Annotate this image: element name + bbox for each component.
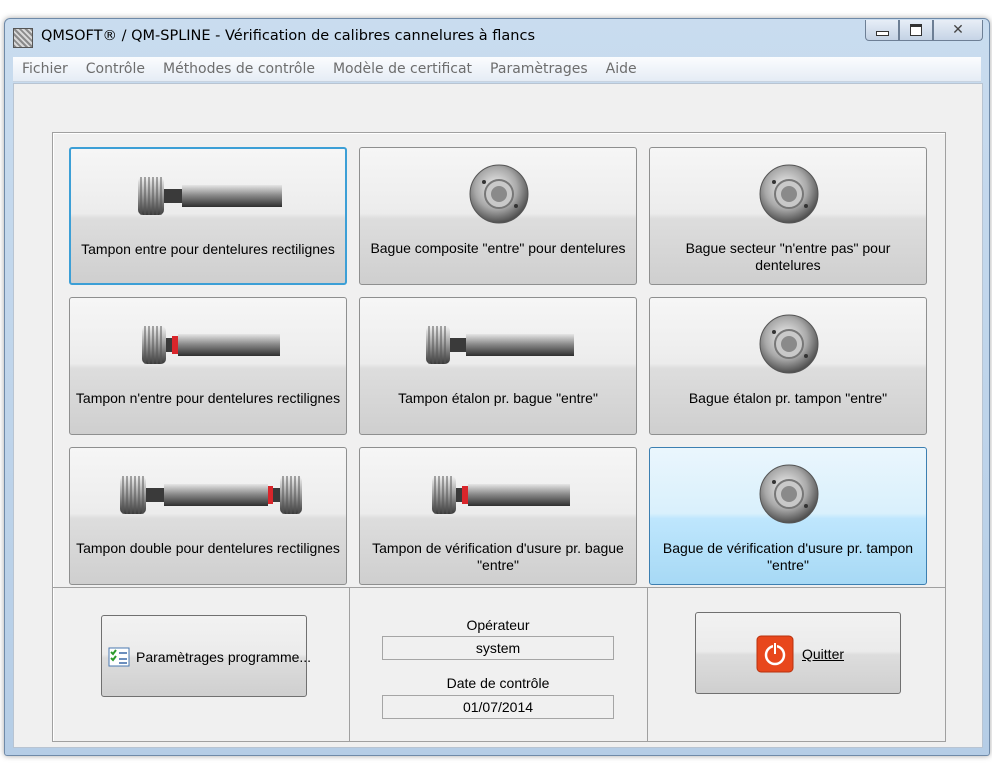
gauge-label: Tampon de vérification d'usure pr. bague… bbox=[372, 540, 624, 573]
gauge-button-bague-composite[interactable]: Bague composite "entre" pour dentelures bbox=[359, 147, 637, 285]
gauge-label: Tampon entre pour dentelures rectilignes bbox=[81, 241, 335, 257]
date-field[interactable]: 01/07/2014 bbox=[382, 695, 614, 719]
gauge-button-bague-usure[interactable]: Bague de vérification d'usure pr. tampon… bbox=[649, 447, 927, 585]
plug-gauge-go-icon bbox=[138, 177, 282, 215]
plug-gauge-nogo-icon bbox=[142, 326, 280, 364]
menu-parametrages[interactable]: Paramètrages bbox=[481, 61, 597, 77]
window-title: QMSOFT® / QM-SPLINE - Vérification de ca… bbox=[41, 28, 535, 44]
gauge-button-tampon-usure[interactable]: Tampon de vérification d'usure pr. bague… bbox=[359, 447, 637, 585]
ring-gauge-icon bbox=[469, 164, 529, 224]
menu-controle[interactable]: Contrôle bbox=[77, 61, 154, 77]
quit-label: Quitter bbox=[802, 646, 845, 662]
menu-modele[interactable]: Modèle de certificat bbox=[324, 61, 481, 77]
app-window: QMSOFT® / QM-SPLINE - Vérification de ca… bbox=[4, 18, 990, 756]
gauge-button-bague-secteur[interactable]: Bague secteur "n'entre pas" pour dentelu… bbox=[649, 147, 927, 285]
gauge-label: Tampon étalon pr. bague "entre" bbox=[398, 390, 598, 406]
title-bar[interactable]: QMSOFT® / QM-SPLINE - Vérification de ca… bbox=[5, 19, 989, 55]
maximize-button[interactable] bbox=[899, 20, 933, 41]
gauge-label: Tampon double pour dentelures rectiligne… bbox=[76, 540, 340, 556]
minimize-button[interactable] bbox=[865, 20, 899, 41]
caption-buttons: ✕ bbox=[865, 20, 983, 41]
ring-gauge-icon bbox=[759, 314, 819, 374]
footer-divider-left bbox=[349, 588, 350, 741]
gauge-label: Tampon n'entre pour dentelures rectilign… bbox=[75, 390, 341, 406]
maximize-icon bbox=[910, 24, 922, 36]
footer-divider bbox=[53, 587, 945, 588]
main-panel: Tampon entre pour dentelures rectilignes… bbox=[13, 83, 983, 748]
menu-methodes[interactable]: Méthodes de contrôle bbox=[154, 61, 324, 77]
close-icon: ✕ bbox=[952, 22, 964, 38]
checklist-icon bbox=[108, 647, 130, 667]
menu-bar: Fichier Contrôle Méthodes de contrôle Mo… bbox=[13, 57, 981, 82]
menu-fichier[interactable]: Fichier bbox=[13, 61, 77, 77]
gauge-button-tampon-double[interactable]: Tampon double pour dentelures rectiligne… bbox=[69, 447, 347, 585]
gauge-label: Bague secteur "n'entre pas" pour dentelu… bbox=[685, 240, 891, 273]
close-button[interactable]: ✕ bbox=[933, 20, 983, 41]
gauge-button-bague-etalon[interactable]: Bague étalon pr. tampon "entre" bbox=[649, 297, 927, 435]
power-icon bbox=[756, 635, 794, 673]
app-icon[interactable] bbox=[13, 28, 33, 48]
gauge-group: Tampon entre pour dentelures rectilignes… bbox=[52, 132, 946, 742]
quit-button[interactable]: Quitter bbox=[695, 612, 901, 694]
operator-label: Opérateur bbox=[466, 617, 530, 633]
gauge-label: Bague étalon pr. tampon "entre" bbox=[688, 390, 888, 406]
gauge-label: Bague de vérification d'usure pr. tampon… bbox=[662, 540, 914, 573]
program-settings-label: Paramètrages programme... bbox=[136, 649, 312, 665]
date-label: Date de contrôle bbox=[446, 675, 550, 691]
plug-gauge-icon bbox=[426, 326, 574, 364]
minimize-icon bbox=[875, 30, 889, 36]
gauge-button-tampon-entre[interactable]: Tampon entre pour dentelures rectilignes bbox=[69, 147, 347, 285]
footer-divider-right bbox=[647, 588, 648, 741]
double-plug-gauge-icon bbox=[120, 476, 302, 514]
gauge-button-tampon-etalon[interactable]: Tampon étalon pr. bague "entre" bbox=[359, 297, 637, 435]
gauge-button-tampon-nentre[interactable]: Tampon n'entre pour dentelures rectilign… bbox=[69, 297, 347, 435]
program-settings-button[interactable]: Paramètrages programme... bbox=[101, 615, 311, 697]
gauge-label: Bague composite "entre" pour dentelures bbox=[370, 240, 626, 256]
menu-aide[interactable]: Aide bbox=[597, 61, 646, 77]
operator-field[interactable]: system bbox=[382, 636, 614, 660]
